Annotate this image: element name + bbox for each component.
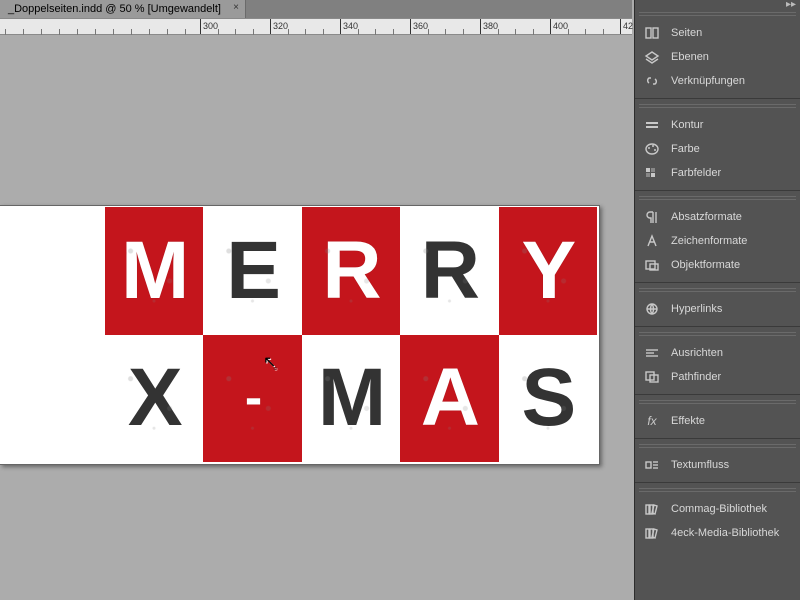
panel-item-kontur[interactable]: Kontur xyxy=(635,113,800,137)
panel-separator xyxy=(635,326,800,327)
panel-item-textumfluss[interactable]: Textumfluss xyxy=(635,453,800,477)
checkerboard-artwork[interactable]: MERRYX-MAS xyxy=(105,207,597,462)
palette-icon xyxy=(643,141,661,157)
letter-cell[interactable]: R xyxy=(302,207,400,335)
panel-item-label: Objektformate xyxy=(671,259,792,271)
panel-separator xyxy=(635,282,800,283)
layers-icon xyxy=(643,49,661,65)
ruler-tick: 400 xyxy=(550,19,551,34)
panel-item-ebenen[interactable]: Ebenen xyxy=(635,45,800,69)
fx-icon: fx xyxy=(643,413,661,429)
panel-item-label: Pathfinder xyxy=(671,371,792,383)
lib-icon xyxy=(643,525,661,541)
panel-item-label: Kontur xyxy=(671,119,792,131)
hyperlink-icon xyxy=(643,301,661,317)
panel-gripper[interactable] xyxy=(639,196,796,202)
panel-item-label: Absatzformate xyxy=(671,211,792,223)
panel-gripper[interactable] xyxy=(639,444,796,450)
panel-item-label: Farbe xyxy=(671,143,792,155)
panel-item-label: Farbfelder xyxy=(671,167,792,179)
ruler-tick-label: 300 xyxy=(203,21,218,31)
char-icon xyxy=(643,233,661,249)
panel-item-4eck-media-bibliothek[interactable]: 4eck-Media-Bibliothek xyxy=(635,521,800,545)
panel-item-label: Ebenen xyxy=(671,51,792,63)
panel-item-zeichenformate[interactable]: Zeichenformate xyxy=(635,229,800,253)
panel-item-seiten[interactable]: Seiten xyxy=(635,21,800,45)
ruler-tick-label: 380 xyxy=(483,21,498,31)
lib-icon xyxy=(643,501,661,517)
ruler-tick: 320 xyxy=(270,19,271,34)
panel-item-verkn-pfungen[interactable]: Verknüpfungen xyxy=(635,69,800,93)
panel-item-label: Seiten xyxy=(671,27,792,39)
panel-item-commag-bibliothek[interactable]: Commag-Bibliothek xyxy=(635,497,800,521)
panel-item-label: Zeichenformate xyxy=(671,235,792,247)
letter-cell[interactable]: Y xyxy=(499,207,597,335)
ruler-tick-label: 360 xyxy=(413,21,428,31)
panel-dock: ▸▸ Seiten Ebenen Verknüpfungen Kontur Farbe F… xyxy=(634,0,800,600)
ruler-tick: 360 xyxy=(410,19,411,34)
document-tab-title: _Doppelseiten.indd @ 50 % [Umgewandelt] xyxy=(8,3,221,15)
panel-item-hyperlinks[interactable]: Hyperlinks xyxy=(635,297,800,321)
letter-cell[interactable]: X xyxy=(105,335,203,463)
links-icon xyxy=(643,73,661,89)
panel-item-ausrichten[interactable]: Ausrichten xyxy=(635,341,800,365)
ruler-tick: 340 xyxy=(340,19,341,34)
panel-gripper[interactable] xyxy=(639,488,796,494)
panel-item-effekte[interactable]: fx Effekte xyxy=(635,409,800,433)
letter-cell[interactable]: S xyxy=(499,335,597,463)
ruler-tick: 300 xyxy=(200,19,201,34)
canvas-area[interactable]: MERRYX-MAS ↖▫ xyxy=(0,35,632,600)
document-tab-bar: _Doppelseiten.indd @ 50 % [Umgewandelt] … xyxy=(0,0,632,18)
panel-gripper[interactable] xyxy=(639,104,796,110)
panel-item-label: Hyperlinks xyxy=(671,303,792,315)
textwrap-icon xyxy=(643,457,661,473)
panel-separator xyxy=(635,394,800,395)
ruler-tick: 42 xyxy=(620,19,621,34)
panel-separator xyxy=(635,482,800,483)
letter-cell[interactable]: E xyxy=(203,207,301,335)
para-icon xyxy=(643,209,661,225)
letter-cell[interactable]: M xyxy=(302,335,400,463)
ruler-tick-label: 320 xyxy=(273,21,288,31)
panel-item-absatzformate[interactable]: Absatzformate xyxy=(635,205,800,229)
document-page[interactable]: MERRYX-MAS xyxy=(0,205,600,465)
panel-item-label: Textumfluss xyxy=(671,459,792,471)
ruler-tick-label: 400 xyxy=(553,21,568,31)
panel-item-label: Ausrichten xyxy=(671,347,792,359)
panel-gripper[interactable] xyxy=(639,288,796,294)
ruler-tick: 380 xyxy=(480,19,481,34)
ruler-tick-label: 42 xyxy=(623,21,633,31)
letter-cell[interactable]: A xyxy=(400,335,498,463)
panel-item-label: 4eck-Media-Bibliothek xyxy=(671,527,792,539)
panel-dock-header[interactable]: ▸▸ xyxy=(635,0,800,10)
align-icon xyxy=(643,345,661,361)
panel-separator xyxy=(635,438,800,439)
letter-cell[interactable]: - xyxy=(203,335,301,463)
ruler-tick-label: 340 xyxy=(343,21,358,31)
panel-separator xyxy=(635,98,800,99)
horizontal-ruler[interactable]: 300 320 340 360 380 400 42 xyxy=(0,18,632,35)
close-icon[interactable]: × xyxy=(233,2,239,13)
panel-gripper[interactable] xyxy=(639,332,796,338)
panel-item-pathfinder[interactable]: Pathfinder xyxy=(635,365,800,389)
panel-item-farbfelder[interactable]: Farbfelder xyxy=(635,161,800,185)
pathfinder-icon xyxy=(643,369,661,385)
panel-item-label: Commag-Bibliothek xyxy=(671,503,792,515)
panel-gripper[interactable] xyxy=(639,12,796,18)
swatches-icon xyxy=(643,165,661,181)
panel-gripper[interactable] xyxy=(639,400,796,406)
panel-item-objektformate[interactable]: Objektformate xyxy=(635,253,800,277)
stroke-icon xyxy=(643,117,661,133)
collapse-dock-icon[interactable]: ▸▸ xyxy=(786,0,796,10)
panel-separator xyxy=(635,190,800,191)
obj-icon xyxy=(643,257,661,273)
panel-item-label: Effekte xyxy=(671,415,792,427)
document-tab[interactable]: _Doppelseiten.indd @ 50 % [Umgewandelt] … xyxy=(0,0,246,18)
letter-cell[interactable]: R xyxy=(400,207,498,335)
panel-item-farbe[interactable]: Farbe xyxy=(635,137,800,161)
pages-icon xyxy=(643,25,661,41)
letter-cell[interactable]: M xyxy=(105,207,203,335)
panel-item-label: Verknüpfungen xyxy=(671,75,792,87)
